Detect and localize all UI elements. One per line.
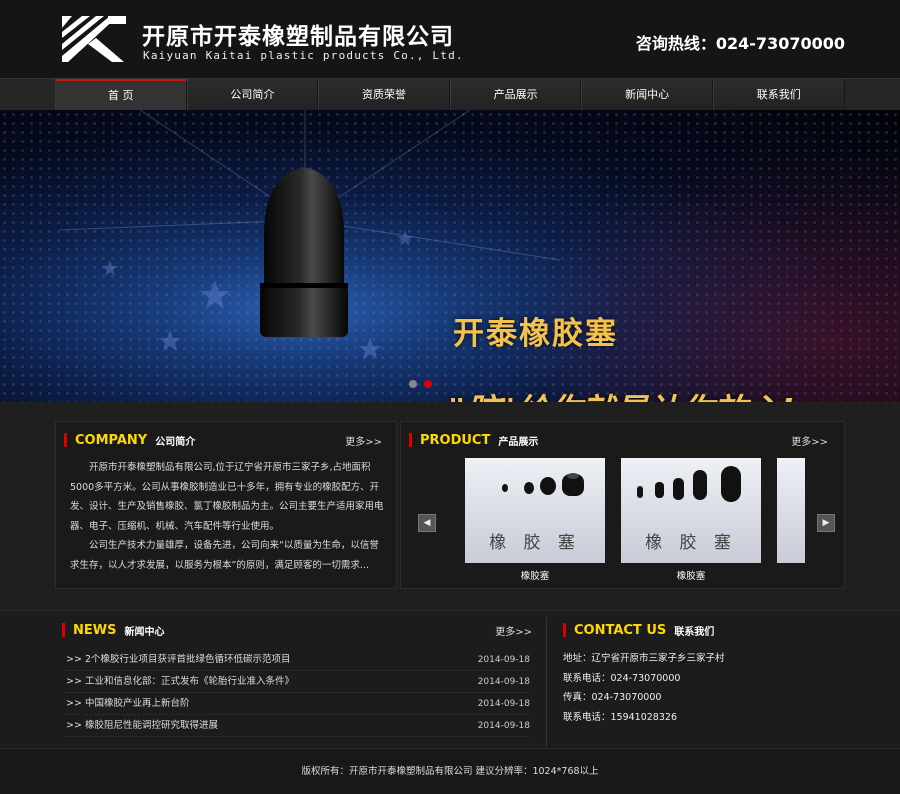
product-heading-cn: 产品展示 (498, 436, 539, 448)
contact-fax: 传真：024-73070000 (563, 692, 662, 703)
nav-item-home[interactable]: 首 页 (55, 79, 187, 110)
news-heading-en: NEWS (73, 622, 117, 638)
company-section: COMPANY 公司简介 更多>> 开原市开泰橡塑制品有限公司,位于辽宁省开原市… (55, 421, 397, 589)
contact-heading-cn: 联系我们 (674, 626, 715, 638)
nav-item-about[interactable]: 公司简介 (186, 79, 319, 110)
company-name-cn: 开原市开泰橡塑制品有限公司 (142, 24, 454, 50)
product-more-link[interactable]: 更多>> (791, 433, 828, 448)
banner-stars-icon (59, 110, 561, 359)
section-divider (546, 617, 547, 747)
site-footer: 版权所有：开原市开泰橡塑制品有限公司 建议分辨率：1024*768以上 (0, 748, 900, 794)
product-image-2[interactable]: 橡 胶 塞 (621, 458, 761, 563)
news-title[interactable]: >> 工业和信息化部：正式发布《轮胎行业准入条件》 (66, 671, 294, 692)
heading-bar (62, 623, 65, 637)
nav-item-news[interactable]: 新闻中心 (581, 79, 713, 110)
product-image-1[interactable]: 橡 胶 塞 (465, 458, 605, 563)
news-date: 2014-09-18 (477, 655, 530, 665)
banner-slogan: "胶"给你就是让你放心! (448, 384, 794, 402)
carousel-prev-arrow-icon[interactable]: ◀ (418, 514, 436, 532)
contact-heading-en: CONTACT US (574, 622, 667, 638)
company-heading-en: COMPANY (75, 432, 148, 448)
carousel-next-arrow-icon[interactable]: ▶ (817, 514, 835, 532)
company-intro: 开原市开泰橡塑制品有限公司,位于辽宁省开原市三家子乡,占地面积5000多平方米。… (70, 458, 388, 575)
product-heading-en: PRODUCT (420, 432, 491, 448)
news-item[interactable]: >> 橡胶阻尼性能调控研究取得进展 2014-09-18 (66, 715, 530, 737)
product-section: PRODUCT 产品展示 更多>> ◀ ▶ 橡 胶 塞 橡 胶 塞 橡胶塞 橡胶… (400, 421, 845, 589)
contact-heading: CONTACT US 联系我们 (563, 622, 715, 638)
news-more-link[interactable]: 更多>> (495, 623, 532, 638)
news-title[interactable]: >> 橡胶阻尼性能调控研究取得进展 (66, 715, 218, 736)
nav-item-honors[interactable]: 资质荣誉 (318, 79, 450, 110)
product-image-3-partial[interactable] (777, 458, 805, 563)
carousel-dot-1[interactable] (409, 380, 417, 388)
news-item[interactable]: >> 中国橡胶产业再上新台阶 2014-09-18 (66, 693, 530, 715)
product-image-2-text: 橡 胶 塞 (645, 533, 737, 553)
company-paragraph-2: 公司生产技术力量雄厚，设备先进，公司向来“以质量为生命，以信誉求生存，以人才求发… (70, 540, 379, 571)
stoppers-photo-icon (637, 466, 741, 502)
product-heading: PRODUCT 产品展示 (409, 432, 539, 448)
carousel-dot-2[interactable] (424, 380, 432, 388)
company-paragraph-1: 开原市开泰橡塑制品有限公司,位于辽宁省开原市三家子乡,占地面积5000多平方米。… (70, 462, 384, 532)
news-date: 2014-09-18 (477, 699, 530, 709)
product-image-1-text: 橡 胶 塞 (489, 533, 581, 553)
product-caption-2[interactable]: 橡胶塞 (621, 568, 761, 582)
news-date: 2014-09-18 (477, 677, 530, 687)
contact-address: 地址：辽宁省开原市三家子乡三家子村 (563, 653, 725, 664)
banner-title: 开泰橡胶塞 (453, 316, 618, 352)
lower-section: NEWS 新闻中心 更多>> >> 2个橡胶行业项目获评首批绿色循环低碳示范项目… (0, 610, 900, 748)
main-nav: 首 页 公司简介 资质荣誉 产品展示 新闻中心 联系我们 (0, 78, 900, 110)
news-title[interactable]: >> 中国橡胶产业再上新台阶 (66, 693, 189, 714)
company-heading: COMPANY 公司简介 (64, 432, 196, 448)
nav-item-contact[interactable]: 联系我们 (712, 79, 845, 110)
news-title[interactable]: >> 2个橡胶行业项目获评首批绿色循环低碳示范项目 (66, 649, 291, 670)
news-heading: NEWS 新闻中心 (62, 622, 165, 638)
company-more-link[interactable]: 更多>> (345, 433, 382, 448)
company-heading-cn: 公司简介 (155, 436, 196, 448)
hero-banner[interactable]: 开泰橡胶塞 "胶"给你就是让你放心! (0, 110, 900, 402)
news-item[interactable]: >> 工业和信息化部：正式发布《轮胎行业准入条件》 2014-09-18 (66, 671, 530, 693)
heading-bar (409, 433, 412, 447)
contact-info: 地址：辽宁省开原市三家子乡三家子村 联系电话：024-73070000 传真：0… (563, 649, 725, 727)
site-header: 开原市开泰橡塑制品有限公司 Kaiyuan Kaitai plastic pro… (0, 0, 900, 78)
contact-phone: 联系电话：024-73070000 (563, 672, 681, 684)
rubber-stopper-icon (260, 167, 348, 337)
heading-bar (64, 433, 67, 447)
company-logo-icon[interactable] (58, 14, 128, 64)
news-date: 2014-09-18 (477, 721, 530, 731)
news-item[interactable]: >> 2个橡胶行业项目获评首批绿色循环低碳示范项目 2014-09-18 (66, 649, 530, 671)
company-name-en: Kaiyuan Kaitai plastic products Co., Ltd… (143, 49, 464, 62)
contact-mobile: 联系电话：15941028326 (563, 711, 677, 723)
hotline: 咨询热线：024-73070000 (635, 34, 845, 53)
heading-bar (563, 623, 566, 637)
nav-item-products[interactable]: 产品展示 (449, 79, 582, 110)
stoppers-photo-icon (502, 473, 584, 496)
news-list: >> 2个橡胶行业项目获评首批绿色循环低碳示范项目 2014-09-18 >> … (66, 649, 530, 737)
news-heading-cn: 新闻中心 (124, 626, 165, 638)
product-caption-1[interactable]: 橡胶塞 (465, 568, 605, 582)
